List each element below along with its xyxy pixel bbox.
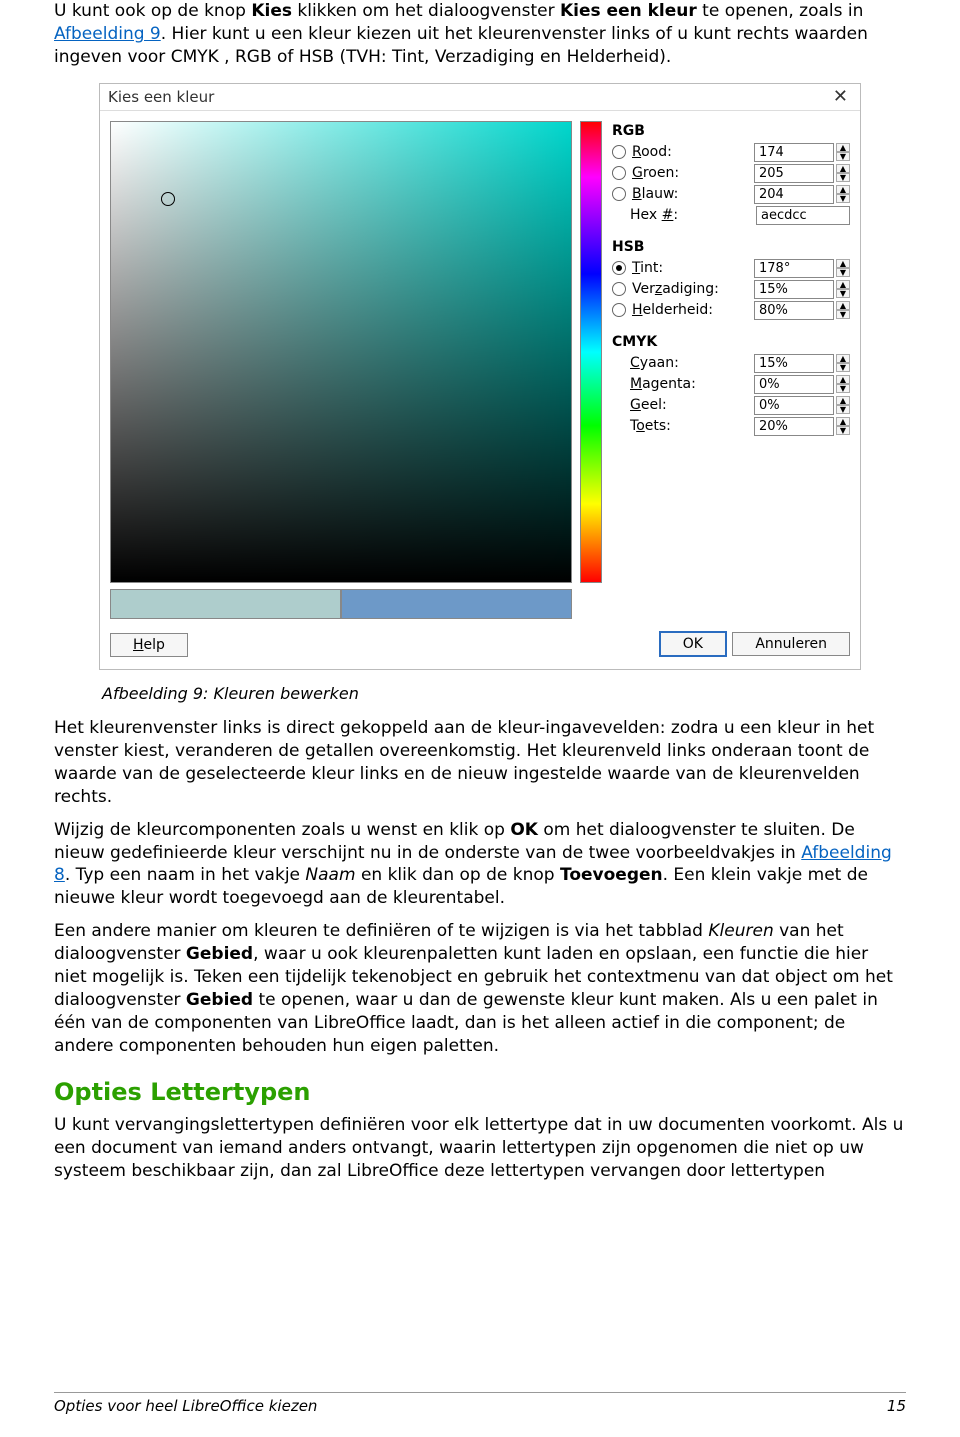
spinner-held[interactable]: ▲▼ — [836, 301, 850, 319]
swatch-old-color — [110, 589, 341, 619]
figure-dialog: Kies een kleur ✕ RGB Rood: — [54, 83, 906, 703]
input-cyaan[interactable]: 15% — [754, 354, 834, 373]
label-geel: Geel: — [630, 397, 754, 413]
close-icon[interactable]: ✕ — [829, 88, 852, 106]
label-toets: Toets: — [630, 418, 754, 434]
spinner-verz[interactable]: ▲▼ — [836, 280, 850, 298]
radio-rood[interactable] — [612, 145, 626, 159]
cmyk-heading: CMYK — [612, 334, 850, 350]
spinner-mag[interactable]: ▲▼ — [836, 375, 850, 393]
input-groen[interactable]: 205 — [754, 164, 834, 183]
radio-verzadiging[interactable] — [612, 282, 626, 296]
radio-blauw[interactable] — [612, 187, 626, 201]
radio-helderheid[interactable] — [612, 303, 626, 317]
dialog-titlebar: Kies een kleur ✕ — [100, 84, 860, 111]
figure-caption: Afbeelding 9: Kleuren bewerken — [102, 684, 906, 703]
label-helderheid: Helderheid: — [632, 302, 754, 318]
color-gradient-picker[interactable] — [110, 121, 572, 583]
radio-tint[interactable] — [612, 261, 626, 275]
radio-groen[interactable] — [612, 166, 626, 180]
spinner-toets[interactable]: ▲▼ — [836, 417, 850, 435]
spinner-rood[interactable]: ▲▼ — [836, 143, 850, 161]
rgb-heading: RGB — [612, 123, 850, 139]
page-number: 15 — [887, 1397, 906, 1415]
label-cyaan: Cyaan: — [630, 355, 754, 371]
label-tint: Tint: — [632, 260, 754, 276]
input-toets[interactable]: 20% — [754, 417, 834, 436]
cancel-button[interactable]: Annuleren — [732, 632, 850, 656]
dialog-title: Kies een kleur — [108, 88, 214, 106]
color-dialog: Kies een kleur ✕ RGB Rood: — [99, 83, 861, 670]
input-tint[interactable]: 178° — [754, 259, 834, 278]
footer-title: Opties voor heel LibreOffice kiezen — [54, 1397, 317, 1415]
spinner-tint[interactable]: ▲▼ — [836, 259, 850, 277]
input-helderheid[interactable]: 80% — [754, 301, 834, 320]
hue-slider[interactable] — [580, 121, 602, 583]
page-footer: Opties voor heel LibreOffice kiezen 15 — [54, 1392, 906, 1415]
spinner-groen[interactable]: ▲▼ — [836, 164, 850, 182]
heading-opties-lettertypen: Opties Lettertypen — [54, 1078, 906, 1106]
label-groen: Groen: — [632, 165, 754, 181]
spinner-cyaan[interactable]: ▲▼ — [836, 354, 850, 372]
input-magenta[interactable]: 0% — [754, 375, 834, 394]
label-magenta: Magenta: — [630, 376, 754, 392]
label-hex: Hex #: — [630, 207, 756, 223]
body-p3: Een andere manier om kleuren te definiër… — [54, 920, 906, 1058]
body-p4: U kunt vervangingslettertypen definiëren… — [54, 1114, 906, 1183]
spinner-blauw[interactable]: ▲▼ — [836, 185, 850, 203]
label-verzadiging: Verzadiging: — [632, 281, 754, 297]
link-afbeelding-9[interactable]: Afbeelding 9 — [54, 24, 161, 44]
hsb-heading: HSB — [612, 239, 850, 255]
input-rood[interactable]: 174 — [754, 143, 834, 162]
input-geel[interactable]: 0% — [754, 396, 834, 415]
input-verzadiging[interactable]: 15% — [754, 280, 834, 299]
swatch-new-color — [341, 589, 572, 619]
intro-paragraph: U kunt ook op de knop Kies klikken om he… — [54, 0, 906, 69]
label-rood: Rood: — [632, 144, 754, 160]
ok-button[interactable]: OK — [659, 631, 727, 657]
body-p2: Wijzig de kleurcomponenten zoals u wenst… — [54, 819, 906, 911]
spinner-geel[interactable]: ▲▼ — [836, 396, 850, 414]
picker-target-icon[interactable] — [161, 192, 175, 206]
help-button[interactable]: Help — [110, 633, 188, 657]
body-p1: Het kleurenvenster links is direct gekop… — [54, 717, 906, 809]
input-hex[interactable]: aecdcc — [756, 206, 850, 225]
label-blauw: Blauw: — [632, 186, 754, 202]
input-blauw[interactable]: 204 — [754, 185, 834, 204]
